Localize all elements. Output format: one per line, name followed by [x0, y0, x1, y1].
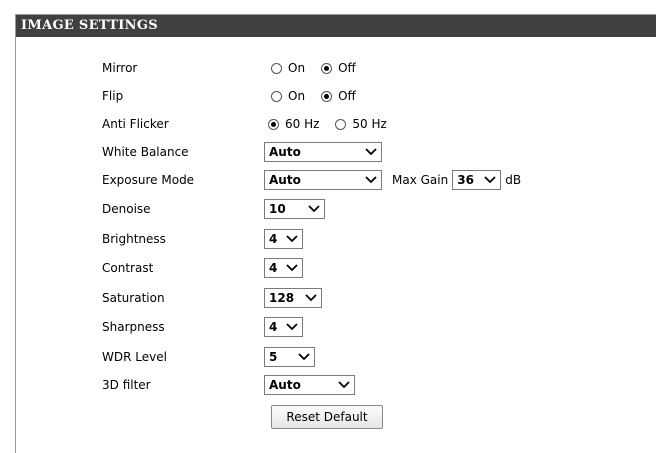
chevron-down-icon [365, 176, 377, 184]
anti-flicker-50hz-label: 50 Hz [352, 117, 387, 131]
contrast-select[interactable]: 4 [264, 258, 303, 278]
wdr-level-value: 5 [269, 350, 278, 364]
exposure-mode-value: Auto [269, 173, 301, 187]
max-gain-select[interactable]: 36 [452, 170, 502, 190]
sharpness-select[interactable]: 4 [264, 317, 303, 337]
anti-flicker-label: Anti Flicker [102, 117, 169, 131]
chevron-down-icon [338, 381, 350, 389]
anti-flicker-60hz-radio[interactable] [268, 118, 279, 130]
white-balance-value: Auto [269, 145, 301, 159]
mirror-on-label: On [288, 61, 306, 75]
denoise-select[interactable]: 10 [264, 199, 325, 219]
contrast-value: 4 [269, 261, 278, 275]
section-title: IMAGE SETTINGS [16, 15, 656, 37]
saturation-label: Saturation [102, 291, 165, 305]
chevron-down-icon [286, 264, 298, 272]
3d-filter-select[interactable]: Auto [264, 375, 355, 395]
anti-flicker-60hz-label: 60 Hz [285, 117, 320, 131]
exposure-mode-label: Exposure Mode [102, 173, 195, 187]
saturation-value: 128 [269, 291, 295, 305]
brightness-select[interactable]: 4 [264, 229, 303, 249]
sharpness-value: 4 [269, 320, 278, 334]
brightness-label: Brightness [102, 232, 166, 246]
reset-default-button[interactable]: Reset Default [271, 405, 383, 429]
flip-on-radio[interactable] [271, 90, 282, 102]
sharpness-label: Sharpness [102, 320, 165, 334]
wdr-level-select[interactable]: 5 [264, 347, 315, 367]
chevron-down-icon [298, 353, 310, 361]
mirror-off-radio[interactable] [321, 62, 333, 74]
chevron-down-icon [286, 323, 298, 331]
3d-filter-label: 3D filter [102, 378, 151, 392]
max-gain-unit: dB [505, 173, 522, 187]
chevron-down-icon [286, 235, 298, 243]
flip-on-label: On [288, 89, 306, 103]
denoise-value: 10 [269, 202, 286, 216]
contrast-label: Contrast [102, 261, 154, 275]
mirror-label: Mirror [102, 61, 138, 75]
chevron-down-icon [484, 176, 496, 184]
brightness-value: 4 [269, 232, 278, 246]
flip-off-radio[interactable] [321, 90, 333, 102]
3d-filter-value: Auto [269, 378, 301, 392]
mirror-on-radio[interactable] [271, 62, 282, 74]
white-balance-select[interactable]: Auto [264, 142, 382, 162]
white-balance-label: White Balance [102, 145, 189, 159]
saturation-select[interactable]: 128 [264, 288, 322, 308]
chevron-down-icon [308, 205, 320, 213]
max-gain-value: 36 [457, 173, 474, 187]
mirror-off-label: Off [338, 61, 356, 75]
max-gain-label: Max Gain [392, 173, 449, 187]
anti-flicker-50hz-radio[interactable] [335, 118, 347, 130]
wdr-level-label: WDR Level [102, 350, 167, 364]
exposure-mode-select[interactable]: Auto [264, 170, 382, 190]
denoise-label: Denoise [102, 202, 151, 216]
flip-label: Flip [102, 89, 124, 103]
chevron-down-icon [365, 148, 377, 156]
chevron-down-icon [305, 294, 317, 302]
flip-off-label: Off [338, 89, 356, 103]
